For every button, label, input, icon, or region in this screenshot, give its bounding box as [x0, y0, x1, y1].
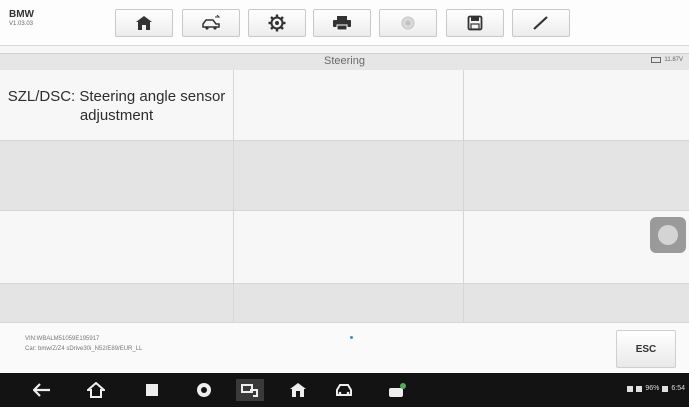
- autel-home-button[interactable]: [284, 379, 312, 401]
- function-cell: [234, 284, 464, 322]
- print-button[interactable]: [313, 9, 371, 37]
- vci-icon: [389, 383, 406, 397]
- recents-button[interactable]: [138, 379, 166, 401]
- save-icon: [467, 15, 483, 31]
- top-toolbar: BMW V1.03.03: [0, 0, 689, 46]
- app-frame: BMW V1.03.03 Steering 11.87V SZL/DSC: St…: [0, 0, 689, 407]
- screenshot-button[interactable]: [236, 379, 264, 401]
- footer-bar: VIN:WBALM51059E195917 Car: bmw/Z/Z4 sDri…: [0, 322, 689, 374]
- pen-icon: [533, 16, 548, 30]
- chrome-icon: [197, 383, 211, 397]
- voltage-value: 11.87V: [664, 57, 683, 63]
- screenshot-icon: [241, 384, 258, 397]
- vehicle-voltage: 11.87V: [651, 57, 683, 63]
- function-cell: [464, 284, 689, 322]
- help-button[interactable]: [379, 9, 437, 37]
- floating-assistant-button[interactable]: [650, 217, 686, 253]
- back-button[interactable]: [28, 379, 56, 401]
- gear-icon: [268, 14, 286, 32]
- printer-icon: [333, 16, 351, 31]
- recents-icon: [146, 384, 158, 396]
- function-grid: SZL/DSC: Steering angle sensor adjustmen…: [0, 70, 689, 322]
- notification-icon: [627, 385, 634, 392]
- system-status: 96% 6:54: [627, 385, 685, 392]
- vehicle-brand: BMW V1.03.03: [9, 9, 97, 28]
- vehicle-button[interactable]: [330, 379, 358, 401]
- android-home-button[interactable]: [82, 379, 110, 401]
- function-cell: [0, 211, 234, 284]
- back-icon: [33, 383, 50, 397]
- function-cell: [234, 211, 464, 284]
- vin-text: VIN:WBALM51059E195917: [25, 336, 100, 342]
- function-cell-steering-angle-adjustment[interactable]: SZL/DSC: Steering angle sensor adjustmen…: [0, 70, 234, 141]
- function-cell-label: SZL/DSC: Steering angle sensor adjustmen…: [7, 88, 226, 124]
- battery-icon: [651, 57, 662, 63]
- edit-button[interactable]: [512, 9, 570, 37]
- browser-button[interactable]: [190, 379, 218, 401]
- home-button[interactable]: [115, 9, 173, 37]
- page-title: Steering: [324, 55, 365, 67]
- function-cell: [0, 141, 234, 211]
- battery-icon: [662, 385, 669, 392]
- home-icon: [136, 16, 152, 30]
- brand-name: BMW: [9, 9, 34, 20]
- autel-home-icon: [290, 383, 306, 397]
- home-icon: [87, 382, 105, 398]
- esc-button[interactable]: ESC: [616, 330, 676, 368]
- function-cell: [234, 141, 464, 211]
- function-cell: [464, 141, 689, 211]
- car-icon: [336, 384, 352, 396]
- software-version: V1.03.03: [9, 21, 34, 27]
- vci-button[interactable]: [384, 379, 412, 401]
- clock: 6:54: [671, 385, 685, 392]
- vehicle-swap-button[interactable]: [182, 9, 240, 37]
- wifi-icon: [636, 385, 643, 392]
- function-cell: [0, 284, 234, 322]
- car-text: Car: bmw/Z/Z4 sDrive30i_N52/E89/EUR_LL: [25, 346, 143, 352]
- function-cell: [464, 70, 689, 141]
- vehicle-info: VIN:WBALM51059E195917 Car: bmw/Z/Z4 sDri…: [25, 334, 142, 354]
- page-indicator-dot: [350, 336, 353, 339]
- car-swap-icon: [202, 15, 221, 30]
- function-cell: [234, 70, 464, 141]
- save-button[interactable]: [446, 9, 504, 37]
- battery-percent: 96%: [645, 385, 660, 392]
- settings-button[interactable]: [248, 9, 306, 37]
- help-icon: [401, 16, 415, 30]
- android-navigation-bar: 96% 6:54: [0, 373, 689, 407]
- title-bar: Steering 11.87V: [0, 53, 689, 71]
